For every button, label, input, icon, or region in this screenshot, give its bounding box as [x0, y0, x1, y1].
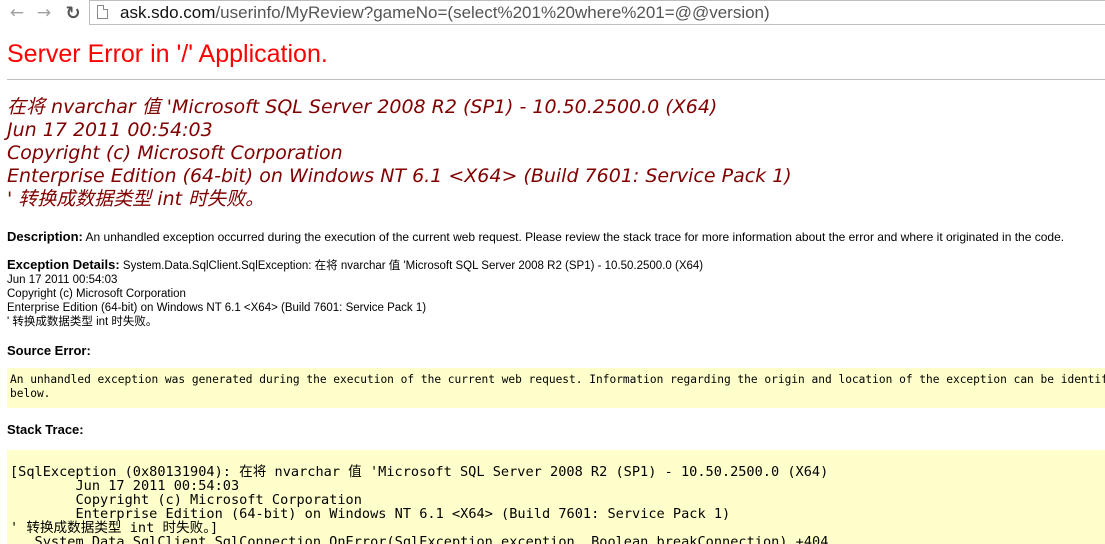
source-error-text: An unhandled exception was generated dur…	[10, 373, 1105, 400]
exception-line: ' 转换成数据类型 int 时失败。	[7, 316, 158, 328]
exception-line: Jun 17 2011 00:54:03	[7, 274, 118, 286]
error-line: ' 转换成数据类型 int 时失败。	[7, 188, 265, 210]
stack-trace-text: [SqlException (0x80131904): 在将 nvarchar …	[10, 464, 829, 544]
browser-toolbar: ← → ↻ ask.sdo.com/userinfo/MyReview?game…	[0, 0, 1105, 27]
error-line: Enterprise Edition (64-bit) on Windows N…	[7, 165, 792, 187]
error-message: 在将 nvarchar 值 'Microsoft SQL Server 2008…	[7, 96, 792, 211]
url-path: /userinfo/MyReview?gameNo=(select%201%20…	[215, 3, 770, 22]
description-label: Description:	[7, 229, 83, 244]
back-arrow-icon[interactable]: ←	[6, 2, 28, 24]
reload-icon[interactable]: ↻	[62, 2, 84, 24]
url-text[interactable]: ask.sdo.com/userinfo/MyReview?gameNo=(se…	[120, 3, 770, 23]
source-error-box: An unhandled exception was generated dur…	[7, 368, 1105, 408]
error-line: Copyright (c) Microsoft Corporation	[7, 142, 343, 164]
error-line: Jun 17 2011 00:54:03	[7, 119, 213, 141]
stack-trace-box: [SqlException (0x80131904): 在将 nvarchar …	[7, 450, 1105, 544]
stack-trace-label: Stack Trace:	[7, 422, 84, 437]
description: Description: An unhandled exception occu…	[7, 229, 1064, 244]
page-content: Server Error in '/' Application.	[7, 28, 1105, 69]
url-host: ask.sdo.com	[120, 3, 216, 22]
page-title: Server Error in '/' Application.	[7, 40, 328, 68]
exception-line: Enterprise Edition (64-bit) on Windows N…	[7, 302, 427, 314]
exception-label: Exception Details:	[7, 257, 120, 272]
source-error-label: Source Error:	[7, 343, 91, 358]
description-text: An unhandled exception occurred during t…	[82, 230, 1065, 244]
exception-line: System.Data.SqlClient.SqlException: 在将 n…	[119, 260, 704, 272]
page-icon	[97, 5, 108, 19]
error-line: 在将 nvarchar 值 'Microsoft SQL Server 2008…	[7, 96, 718, 118]
exception-details: Exception Details: System.Data.SqlClient…	[7, 258, 703, 329]
forward-arrow-icon[interactable]: →	[33, 2, 55, 24]
exception-line: Copyright (c) Microsoft Corporation	[7, 288, 186, 300]
title-divider	[7, 79, 1105, 80]
address-bar[interactable]: ask.sdo.com/userinfo/MyReview?gameNo=(se…	[89, 0, 1105, 25]
